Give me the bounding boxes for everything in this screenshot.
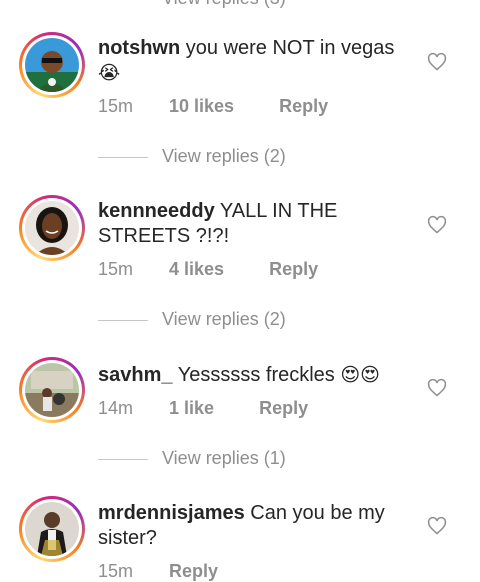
- comment-meta: 15m 10 likes Reply: [98, 96, 328, 117]
- comment-meta: 14m 1 like Reply: [98, 398, 308, 419]
- comment-text: mrdennisjames Can you be my sister?: [98, 501, 408, 551]
- comment-time: 14m: [98, 398, 134, 418]
- comment-username[interactable]: notshwn: [98, 37, 180, 59]
- reply-button[interactable]: Reply: [279, 96, 328, 117]
- comment-text: notshwn you were NOT in vegas 😭: [98, 36, 408, 86]
- view-replies-partial[interactable]: View replies (3): [162, 0, 286, 9]
- comment-time: 15m: [98, 96, 134, 116]
- view-replies-label: View replies (2): [162, 309, 286, 329]
- comment-body: you were NOT in vegas: [185, 37, 395, 59]
- heart-eyes-emoji-icon: 😍😍: [340, 364, 380, 386]
- heart-outline-icon[interactable]: [427, 52, 447, 72]
- avatar[interactable]: [19, 195, 85, 261]
- comment-likes[interactable]: 1 like: [169, 398, 214, 419]
- heart-outline-icon[interactable]: [427, 215, 447, 235]
- reply-button[interactable]: Reply: [269, 259, 318, 280]
- comment-body: Yessssss freckles: [177, 364, 335, 386]
- heart-outline-icon[interactable]: [427, 516, 447, 536]
- view-replies-label: View replies (2): [162, 146, 286, 166]
- comment-likes[interactable]: 4 likes: [169, 259, 224, 280]
- comment-meta: 15m 4 likes Reply: [98, 259, 318, 280]
- divider-line: [98, 320, 148, 321]
- comment-text: savhm_ Yessssss freckles 😍😍: [98, 363, 408, 388]
- reply-button[interactable]: Reply: [169, 561, 218, 582]
- comment-time: 15m: [98, 259, 134, 279]
- avatar-image: [25, 201, 79, 255]
- avatar-image: [25, 502, 79, 556]
- view-replies-label: View replies (1): [162, 448, 286, 468]
- comment-text: kennneeddy YALL IN THE STREETS ?!?!: [98, 199, 408, 249]
- divider-line: [98, 459, 148, 460]
- comment-time: 15m: [98, 561, 134, 581]
- avatar-image: [25, 38, 79, 92]
- reply-button[interactable]: Reply: [259, 398, 308, 419]
- divider-line: [98, 157, 148, 158]
- avatar[interactable]: [19, 496, 85, 562]
- avatar-image: [25, 363, 79, 417]
- avatar[interactable]: [19, 357, 85, 423]
- crying-emoji-icon: 😭: [98, 62, 121, 84]
- comment-likes[interactable]: 10 likes: [169, 96, 234, 117]
- comment-meta: 15m Reply: [98, 561, 218, 582]
- comment-username[interactable]: savhm_: [98, 364, 173, 386]
- comment-username[interactable]: kennneeddy: [98, 200, 215, 222]
- comment-username[interactable]: mrdennisjames: [98, 502, 245, 524]
- avatar[interactable]: [19, 32, 85, 98]
- heart-outline-icon[interactable]: [427, 378, 447, 398]
